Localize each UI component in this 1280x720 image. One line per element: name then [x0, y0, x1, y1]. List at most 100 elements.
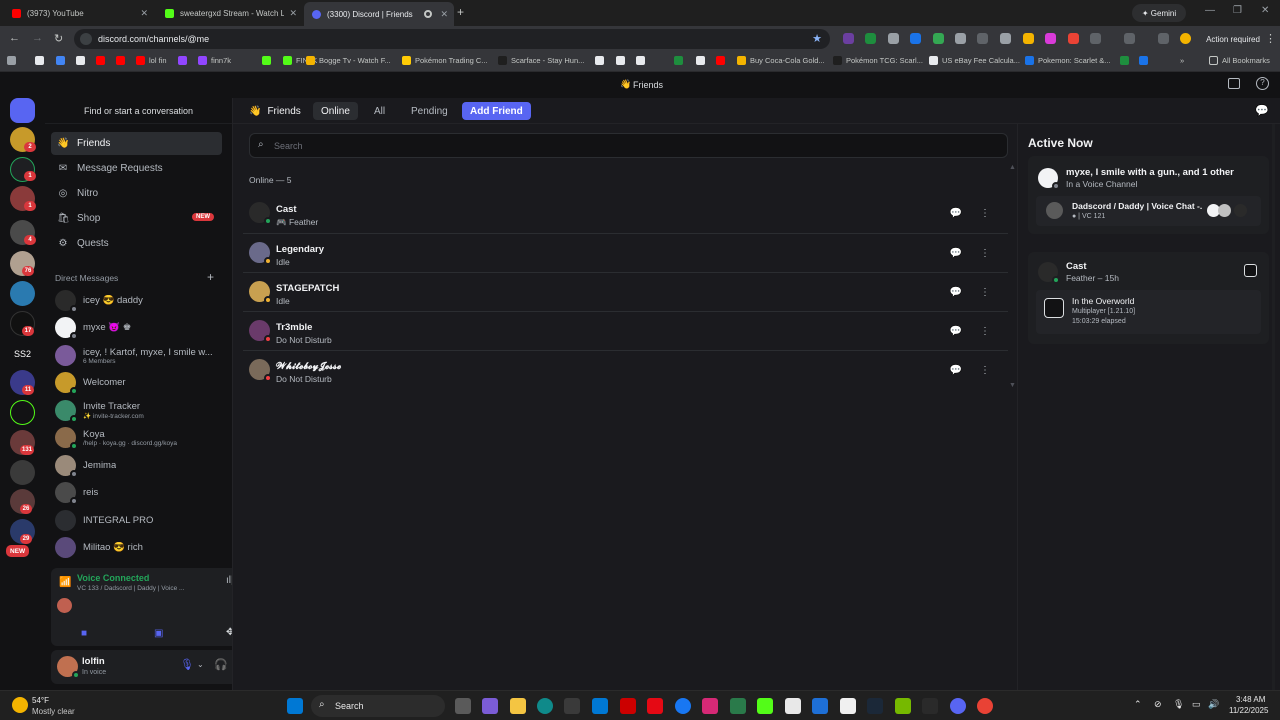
outlook-icon[interactable] [592, 698, 608, 714]
server-ss2[interactable]: SS2 [10, 341, 35, 366]
dm-item[interactable]: icey 😎 daddy [51, 287, 222, 314]
dm-item[interactable]: Invite Tracker ✨ invite-tracker.com [51, 397, 222, 424]
network-icon[interactable]: ⊘ [1154, 699, 1162, 710]
amazon-icon[interactable] [785, 698, 801, 714]
weather-desc[interactable]: Mostly clear [32, 707, 75, 716]
inbox-icon[interactable] [1228, 78, 1240, 89]
discord-home-icon[interactable] [10, 98, 35, 123]
server-icon[interactable] [10, 281, 35, 306]
dm-item[interactable]: myxe 😈 ♚ [51, 314, 222, 341]
bookmark-item[interactable] [35, 56, 48, 65]
message-icon[interactable]: 💬 [946, 282, 966, 302]
bookmark-item[interactable] [616, 56, 629, 65]
forward-icon[interactable]: → [32, 32, 43, 44]
bookmark-item[interactable] [674, 56, 687, 65]
new-tab-button[interactable]: + [457, 5, 464, 19]
maximize-icon[interactable]: ❐ [1233, 5, 1242, 16]
chevron-up-icon[interactable]: ⌃ [1134, 699, 1142, 710]
roblox-icon[interactable] [840, 698, 856, 714]
find-conversation-button[interactable]: Find or start a conversation [53, 101, 224, 121]
dm-item[interactable]: Militao 😎 rich [51, 534, 222, 561]
extension-icon[interactable] [977, 33, 988, 44]
bookmark-item[interactable] [1120, 56, 1133, 65]
apps-icon[interactable] [7, 56, 20, 65]
more-options-icon[interactable]: ⋮ [975, 321, 995, 341]
nav-shop[interactable]: 🛍 Shop NEW [51, 207, 222, 230]
tab-all[interactable]: All [366, 102, 393, 120]
bookmark-item[interactable] [178, 56, 191, 65]
address-bar[interactable]: discord.com/channels/@me ★ [74, 29, 830, 49]
cast-icon[interactable] [1124, 33, 1135, 44]
nav-nitro[interactable]: ◎ Nitro [51, 182, 222, 205]
bookmark-item[interactable] [636, 56, 649, 65]
camera-icon[interactable]: ■ [81, 628, 87, 639]
bookmark-item[interactable]: finn7k [198, 56, 231, 65]
instagram-icon[interactable] [702, 698, 718, 714]
friend-row[interactable]: Cast 🎮 Feather 💬 ⋮ [243, 194, 1008, 233]
netflix-icon[interactable] [647, 698, 663, 714]
bookmark-item[interactable] [96, 56, 109, 65]
scroll-down-icon[interactable]: ▼ [1009, 382, 1016, 389]
friend-row[interactable]: STAGEPATCH Idle 💬 ⋮ [243, 272, 1008, 311]
action-required-button[interactable]: Action required [1198, 30, 1268, 48]
voice-user-avatar[interactable] [57, 598, 72, 613]
active-card-voice[interactable]: myxe, I smile with a gun., and 1 other I… [1028, 156, 1269, 234]
message-icon[interactable]: 💬 [946, 203, 966, 223]
friend-row[interactable]: Legendary Idle 💬 ⋮ [243, 233, 1008, 272]
message-icon[interactable]: 💬 [946, 321, 966, 341]
scroll-up-icon[interactable]: ▲ [1009, 164, 1016, 171]
nav-message-requests[interactable]: ✉ Message Requests [51, 157, 222, 180]
more-options-icon[interactable]: ⋮ [975, 360, 995, 380]
tab-pending[interactable]: Pending [403, 102, 456, 120]
task-view-icon[interactable] [455, 698, 471, 714]
bookmark-item[interactable]: lol fin [136, 56, 167, 65]
bookmark-item[interactable] [56, 56, 69, 65]
bookmark-item[interactable] [696, 56, 709, 65]
tab-online[interactable]: Online [313, 102, 358, 120]
tab-discord[interactable]: (3300) Discord | Friends ✕ [304, 2, 454, 26]
youtube-icon[interactable] [620, 698, 636, 714]
steam-icon[interactable] [867, 698, 883, 714]
microphone-icon[interactable]: 🎙 [180, 658, 194, 671]
chevron-down-icon[interactable]: ⌄ [197, 660, 204, 669]
nav-friends[interactable]: 👋 Friends [51, 132, 222, 155]
gemini-button[interactable]: ✦ Gemini [1132, 4, 1186, 22]
dm-item[interactable]: Jemima [51, 452, 222, 479]
store-icon[interactable] [564, 698, 580, 714]
chrome-icon[interactable] [977, 698, 993, 714]
close-icon[interactable]: ✕ [440, 9, 448, 20]
nav-quests[interactable]: ⚙ Quests [51, 232, 222, 255]
extension-icon[interactable] [955, 33, 966, 44]
username[interactable]: lolfin [82, 656, 105, 667]
audio-icon[interactable] [424, 10, 432, 18]
display-icon[interactable]: ▭ [1192, 699, 1201, 710]
profile-avatar[interactable] [1180, 33, 1191, 44]
extension-icon[interactable] [865, 33, 876, 44]
bookmark-item[interactable]: Pokemon: Scarlet &... [1025, 56, 1111, 65]
voice-channel[interactable]: VC 133 / Dadscord | Daddy | Voice ... [77, 585, 184, 592]
close-icon[interactable]: ✕ [289, 8, 297, 19]
tab-search-icon[interactable] [1158, 33, 1169, 44]
site-info-icon[interactable] [80, 33, 92, 45]
nvidia-icon[interactable] [895, 698, 911, 714]
discord-icon[interactable] [950, 698, 966, 714]
dm-item[interactable]: reis [51, 479, 222, 506]
friend-row[interactable]: 𝓦𝓱𝓲𝓽𝓮𝓫𝓸𝔂𝓙𝓮𝓼𝓼𝓮 Do Not Disturb 💬 ⋮ [243, 350, 1008, 389]
extension-icon[interactable] [910, 33, 921, 44]
back-icon[interactable]: ← [9, 32, 20, 44]
minimize-icon[interactable]: — [1205, 5, 1215, 16]
tab-youtube[interactable]: (3973) YouTube ✕ [4, 3, 154, 23]
help-icon[interactable]: ? [1256, 77, 1269, 90]
taskbar-search[interactable]: ⌕ Search [311, 695, 445, 717]
weather-icon[interactable] [12, 697, 28, 713]
bookmark-star-icon[interactable]: ★ [812, 32, 822, 45]
bookmark-item[interactable]: Pokémon TCG: Scarl... [833, 56, 923, 65]
bookmark-item[interactable] [76, 56, 89, 65]
clock-time[interactable]: 3:48 AM [1236, 695, 1265, 704]
more-options-icon[interactable]: ⋮ [975, 282, 995, 302]
extension-icon[interactable] [933, 33, 944, 44]
new-group-dm-icon[interactable]: 💬 [1255, 104, 1269, 117]
copilot-icon[interactable] [482, 698, 498, 714]
kick-icon[interactable] [757, 698, 773, 714]
more-bookmarks-icon[interactable]: » [1180, 56, 1184, 65]
